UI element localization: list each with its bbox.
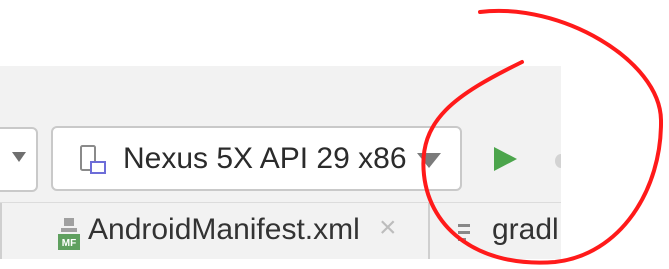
ide-toolbar-area: Nexus 5X API 29 x86 MF AndroidManifest.x… [0,66,561,259]
debug-icon[interactable] [555,154,561,168]
run-configuration-select[interactable] [0,127,38,192]
tab-label: AndroidManifest.xml [88,213,360,246]
main-toolbar: Nexus 5X API 29 x86 [0,66,561,202]
device-select-label: Nexus 5X API 29 x86 [123,142,407,175]
device-select[interactable]: Nexus 5X API 29 x86 [51,126,462,191]
manifest-icon-text: MF [62,238,76,249]
gradle-file-icon [458,224,470,241]
device-phone-icon [80,145,106,174]
manifest-file-icon: MF [58,218,80,250]
tab-label: gradl [492,213,559,246]
chevron-down-icon [417,153,441,168]
tab-android-manifest[interactable]: MF AndroidManifest.xml × [0,203,428,259]
chevron-down-icon [12,152,26,162]
tab-gradle[interactable]: gradl [430,203,561,259]
editor-tab-bar: MF AndroidManifest.xml × gradl [0,202,561,259]
close-icon[interactable]: × [379,213,397,243]
run-icon[interactable] [490,144,520,174]
